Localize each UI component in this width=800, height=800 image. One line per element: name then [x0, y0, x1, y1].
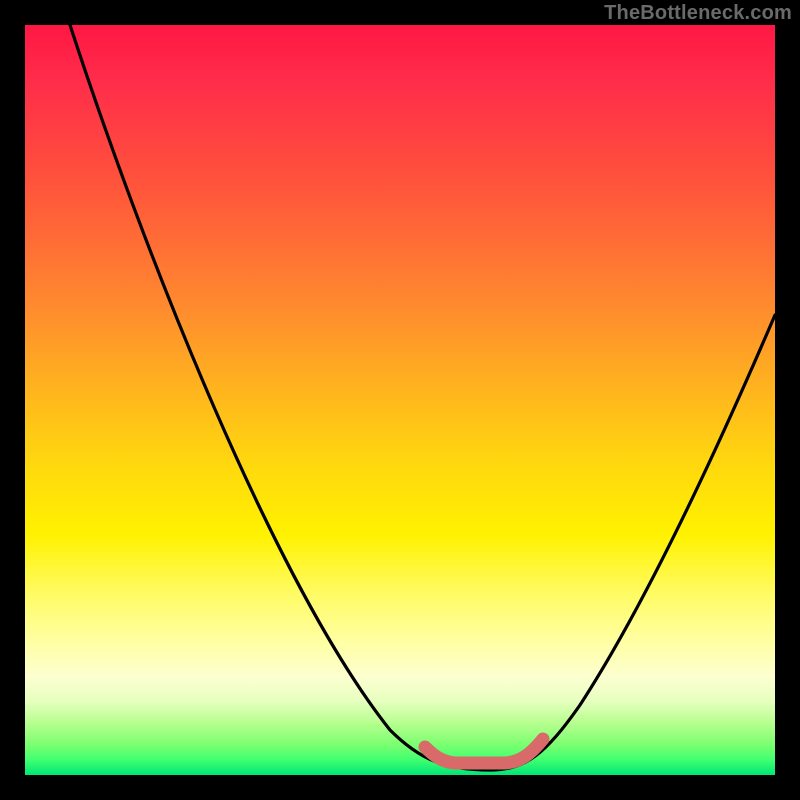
optimal-zone-highlight — [425, 739, 543, 763]
bottleneck-curve-line — [70, 25, 775, 770]
watermark-text: TheBottleneck.com — [604, 2, 792, 25]
chart-svg — [25, 25, 775, 775]
chart-frame — [25, 25, 775, 775]
